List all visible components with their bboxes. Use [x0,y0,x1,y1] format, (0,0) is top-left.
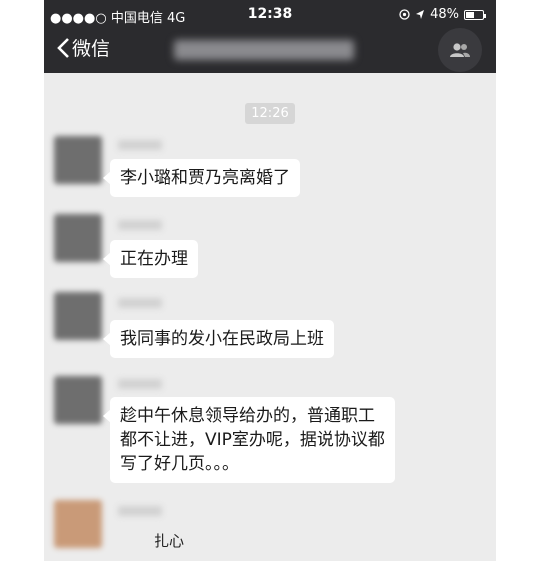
sender-name-blurred [118,506,162,516]
sender-name-blurred [118,140,162,150]
message-bubble[interactable]: 我同事的发小在民政局上班 [103,320,334,358]
avatar[interactable] [54,214,102,262]
message-bubble[interactable]: 李小璐和贾乃亮离婚了 [103,159,300,197]
sticker-message[interactable]: 扎心 [154,530,184,551]
message-line: 趁中午休息领导给办的，普通职工 [120,406,375,426]
avatar[interactable] [54,376,102,424]
sender-name-blurred [118,379,162,389]
chat-info-button[interactable] [438,28,482,72]
phone-screen: ●●●●○ 中国电信 4G 12:38 48% 微信 12:26 李小璐和贾乃亮… [44,0,496,561]
chat-timestamp: 12:26 [44,102,496,124]
message-line: 写了好几页。。。 [120,454,239,474]
battery-percent: 48% [430,7,459,22]
location-arrow-icon [416,10,425,19]
nav-bar: 微信 [44,28,496,73]
message-text: 正在办理 [120,249,188,269]
battery-fill [466,11,474,18]
message-bubble[interactable]: 正在办理 [103,240,198,278]
avatar[interactable] [54,500,102,548]
sender-name-blurred [118,298,162,308]
top-bar: ●●●●○ 中国电信 4G 12:38 48% 微信 [44,0,496,73]
message-bubble[interactable]: 趁中午休息领导给办的，普通职工 都不让进，VIP室办呢，据说协议都 写了好几页。… [103,397,395,483]
chat-title-blurred [174,40,354,60]
message-text: 我同事的发小在民政局上班 [120,329,324,349]
message-text: 李小璐和贾乃亮离婚了 [120,168,290,188]
status-bar: ●●●●○ 中国电信 4G 12:38 48% [44,0,496,28]
back-label: 微信 [72,38,111,60]
chevron-left-icon [57,37,69,58]
back-button[interactable]: 微信 [56,34,110,61]
battery-icon [464,9,486,20]
avatar[interactable] [54,136,102,184]
sender-name-blurred [118,220,162,230]
message-line: 都不让进，VIP室办呢，据说协议都 [120,430,385,450]
status-right: 48% [399,7,486,22]
group-icon [450,43,470,57]
alarm-icon [399,9,410,20]
timestamp-label: 12:26 [245,103,295,124]
avatar[interactable] [54,292,102,340]
